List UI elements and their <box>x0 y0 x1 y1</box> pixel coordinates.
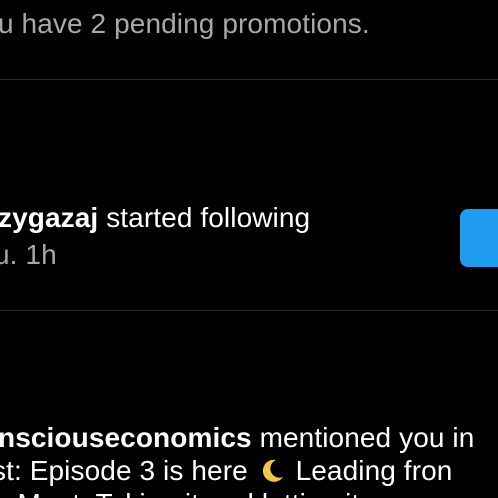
mention-caption-start: st: Episode 3 is here <box>0 455 248 486</box>
follow-action-text: started following <box>98 202 311 233</box>
mention-username[interactable]: nsciouseconomics <box>0 422 252 453</box>
follow-back-button[interactable] <box>460 209 498 267</box>
mention-caption-end: Leading fron <box>295 455 453 486</box>
follow-username[interactable]: zygazaj <box>0 202 98 233</box>
follow-subtext: u. 1h <box>0 239 57 270</box>
mention-action-text: mentioned you in <box>251 422 475 453</box>
pending-promotions-text[interactable]: u have 2 pending promotions. <box>0 10 370 38</box>
follow-notification-line[interactable]: zygazaj started following <box>0 204 310 232</box>
crescent-moon-icon <box>258 457 286 485</box>
activity-feed: u have 2 pending promotions. zygazaj sta… <box>0 0 498 498</box>
mention-notification-line[interactable]: nsciouseconomics mentioned you in <box>0 424 474 452</box>
mention-caption-continued: u Meet. Taking it and letting it <box>0 490 359 498</box>
divider <box>0 310 498 311</box>
divider <box>0 79 498 80</box>
mention-caption-line: st: Episode 3 is here Leading fron <box>0 457 452 485</box>
